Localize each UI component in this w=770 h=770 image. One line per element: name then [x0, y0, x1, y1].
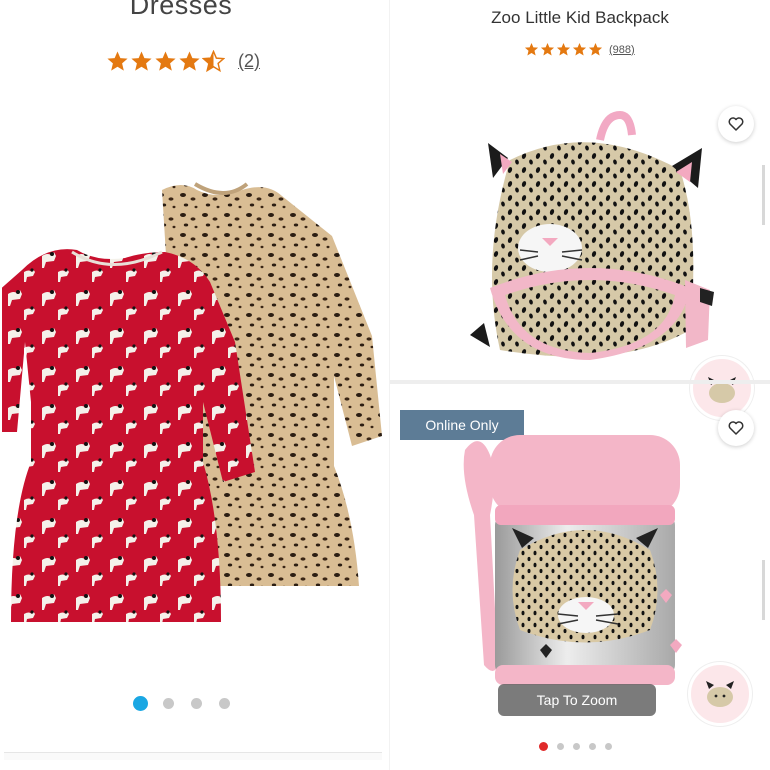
screenshot-root: Dresses (2) Zoo Little Kid Backpack (988… — [0, 0, 770, 770]
right-product-panel: Zoo Little Kid Backpack (988) Online Onl… — [390, 0, 770, 770]
leopard-logo-icon — [694, 668, 746, 720]
star-icon — [588, 42, 603, 56]
star-icon — [131, 51, 152, 71]
carousel-dot-active[interactable] — [133, 696, 148, 711]
carousel-dot[interactable] — [219, 698, 230, 709]
carousel-dot[interactable] — [191, 698, 202, 709]
carousel-dot[interactable] — [573, 743, 580, 750]
tap-to-zoom-button[interactable]: Tap To Zoom — [498, 684, 656, 716]
product-image-backpack[interactable] — [450, 110, 740, 382]
scroll-edge-indicator — [762, 560, 765, 620]
product-title: Dresses — [129, 0, 233, 20]
brand-logo-badge — [688, 662, 752, 726]
star-rating — [106, 50, 226, 73]
review-count-link[interactable]: (2) — [238, 51, 260, 72]
carousel-dot[interactable] — [605, 743, 612, 750]
star-icon — [524, 42, 539, 56]
carousel-dot-active[interactable] — [539, 742, 548, 751]
image-carousel-dots — [133, 696, 247, 711]
carousel-dot[interactable] — [557, 743, 564, 750]
heart-outline-icon — [728, 421, 744, 435]
product-title: Zoo Little Kid Backpack — [491, 8, 669, 27]
star-icon — [572, 42, 587, 56]
star-icon — [155, 51, 176, 71]
section-divider — [4, 752, 382, 760]
heart-outline-icon — [728, 117, 744, 131]
left-product-panel: Dresses (2) — [0, 0, 390, 770]
wishlist-heart-button[interactable] — [718, 410, 754, 446]
star-rating — [524, 42, 604, 57]
product-image-food-jar[interactable] — [460, 430, 720, 690]
product-image-dresses[interactable] — [2, 170, 387, 690]
star-icon — [107, 51, 128, 71]
brand-logo-badge — [690, 356, 754, 420]
product-rating[interactable]: (988) — [524, 42, 635, 57]
review-count-link[interactable]: (988) — [609, 44, 635, 56]
wishlist-heart-button[interactable] — [718, 106, 754, 142]
image-carousel-dots — [539, 742, 621, 751]
star-icon — [179, 51, 200, 71]
scroll-edge-indicator — [762, 165, 765, 225]
star-icon — [540, 42, 555, 56]
section-divider — [390, 380, 770, 384]
carousel-dot[interactable] — [163, 698, 174, 709]
product-rating[interactable]: (2) — [106, 50, 260, 73]
carousel-dot[interactable] — [589, 743, 596, 750]
star-half-icon — [202, 50, 225, 73]
leopard-logo-icon — [696, 362, 748, 414]
star-icon — [556, 42, 571, 56]
